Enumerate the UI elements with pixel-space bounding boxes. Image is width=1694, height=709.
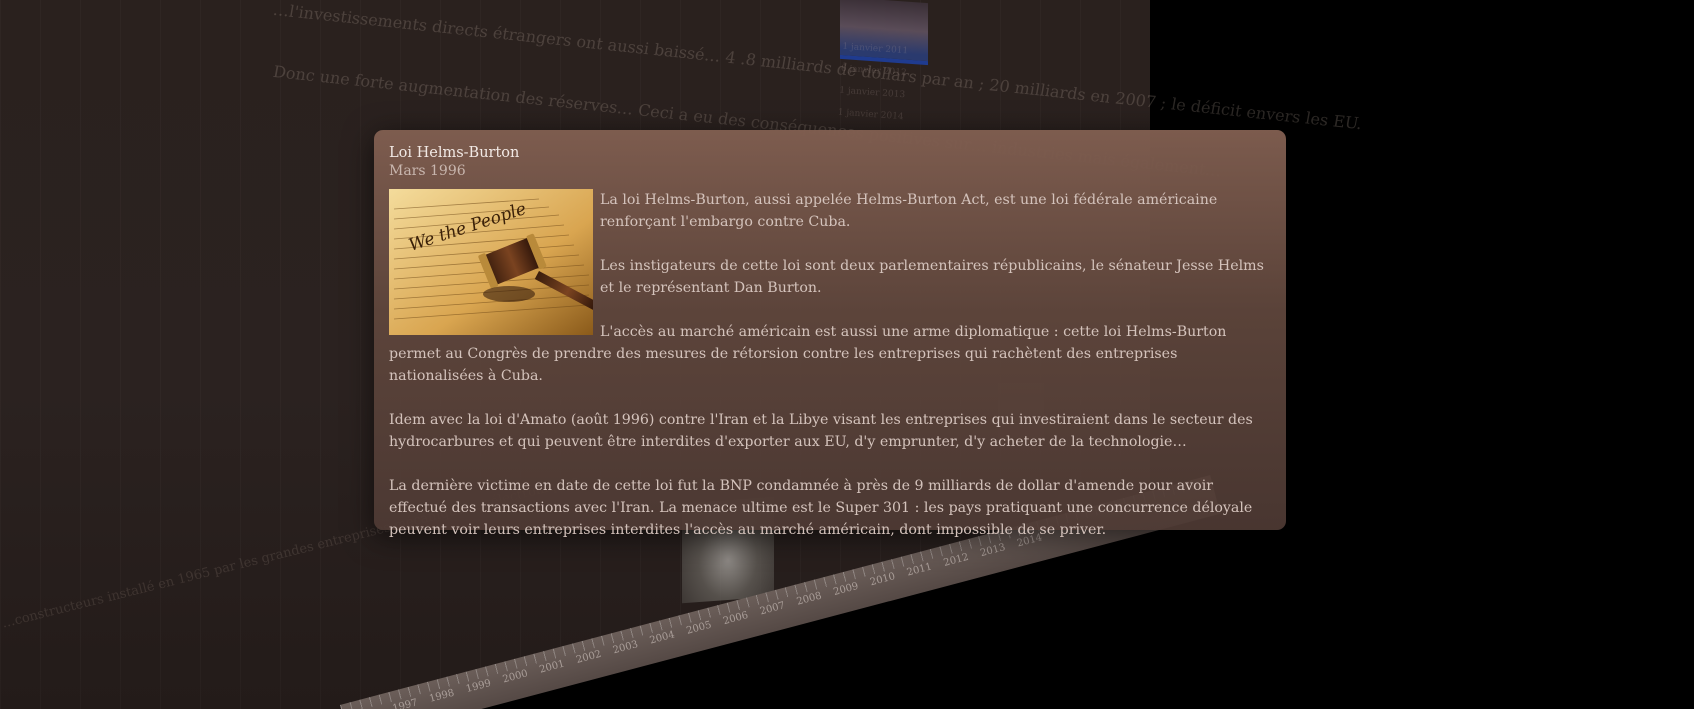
- description-paragraph: Idem avec la loi d'Amato (août 1996) con…: [389, 412, 1253, 450]
- event-date: Mars 1996: [389, 163, 466, 179]
- background-side-list: 1 janvier 2011 6 janvier 2012 1 janvier …: [837, 36, 909, 128]
- event-popup-card[interactable]: Loi Helms-Burton Mars 1996 We the People…: [374, 130, 1286, 538]
- description-paragraph: La dernière victime en date de cette loi…: [389, 478, 1253, 538]
- event-description: We the People La loi Helms-Burton, aussi…: [389, 189, 1271, 541]
- gavel-illustration: We the People: [389, 189, 593, 335]
- event-title: Loi Helms-Burton: [389, 145, 520, 161]
- timeline-viewer: …l'investissements directs étrangers ont…: [0, 0, 1694, 709]
- gavel-image-icon: We the People: [389, 189, 593, 335]
- side-list-item[interactable]: 1 janvier 2014: [837, 102, 904, 129]
